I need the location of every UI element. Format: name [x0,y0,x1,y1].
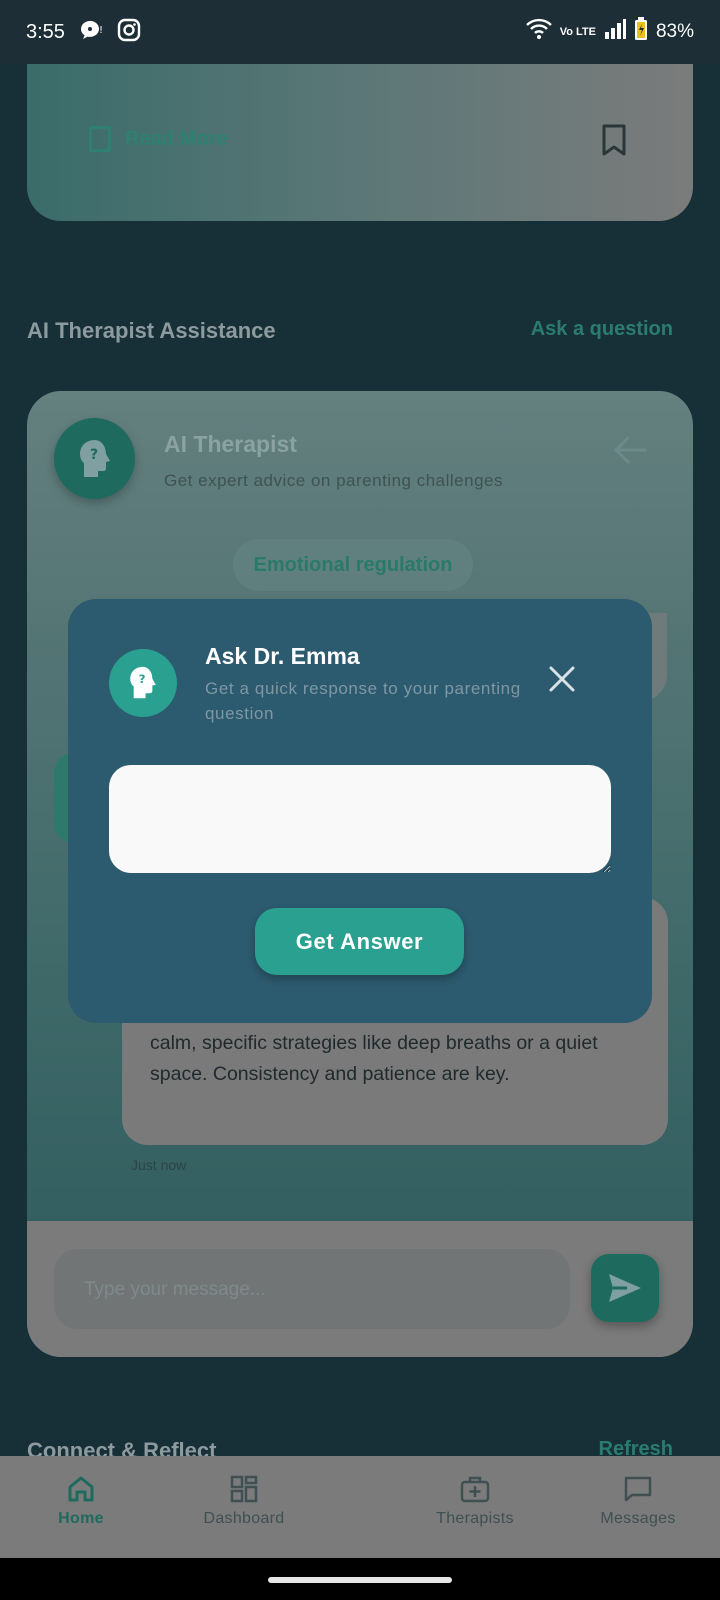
message-icon [624,1476,652,1502]
topic-chip[interactable]: Emotional regulation [233,539,473,591]
nav-dashboard[interactable]: Dashboard [174,1456,314,1558]
bottom-navigation: Home Dashboard Therapists Messages [0,1456,720,1558]
book-icon [89,126,111,152]
svg-text:?: ? [89,447,97,463]
question-input[interactable] [109,765,611,873]
dialog-subtitle: Get a quick response to your parenting q… [205,679,521,723]
chat-input-bar: Type your message... [27,1221,693,1357]
volte-badge: Vo LTE [559,26,596,38]
article-card[interactable]: Read More [27,40,693,221]
svg-text:?: ? [139,672,146,686]
ai-section-title: AI Therapist Assistance [27,318,276,343]
dialog-title: Ask Dr. Emma [205,643,360,669]
ai-card-title: AI Therapist [164,431,297,457]
home-icon [68,1476,94,1502]
medical-bag-icon [460,1476,490,1503]
home-indicator[interactable] [268,1577,452,1583]
ask-question-link[interactable]: Ask a question [531,318,673,341]
wifi-icon [525,18,552,46]
system-navigation-bar [0,1558,720,1600]
chat-message-input[interactable]: Type your message... [54,1249,570,1329]
signal-icon [604,18,626,46]
battery-percent: 83% [655,21,694,42]
send-icon [609,1274,641,1302]
read-more-link[interactable]: Read More [89,126,227,152]
message-timestamp: Just now [131,1157,187,1173]
battery-icon [634,17,648,47]
dashboard-icon [230,1475,258,1503]
nav-home-label: Home [58,1510,104,1527]
head-question-icon: ? [109,649,177,717]
clock: 3:55 [26,20,65,43]
nav-dashboard-label: Dashboard [203,1510,285,1527]
read-more-label: Read More [125,127,228,150]
ask-dialog: ? Ask Dr. Emma Get a quick response to y… [68,599,652,1023]
back-arrow-icon[interactable] [613,435,647,470]
bookmark-icon[interactable] [601,124,627,161]
instagram-icon [117,18,141,47]
send-button[interactable] [591,1254,659,1322]
close-icon[interactable] [546,663,578,695]
status-bar: 3:55 ! Vo LTE 83% [0,0,720,64]
nav-therapists[interactable]: Therapists [405,1456,545,1558]
nav-messages-label: Messages [600,1510,676,1527]
nav-therapists-label: Therapists [436,1510,514,1527]
ai-card-subtitle: Get expert advice on parenting challenge… [164,471,503,490]
get-answer-button[interactable]: Get Answer [255,908,464,975]
nav-home[interactable]: Home [11,1456,151,1558]
nav-messages[interactable]: Messages [568,1456,708,1558]
svg-text:!: ! [99,25,103,36]
chat-bubble-icon: ! [79,19,103,46]
head-question-icon: ? [54,418,135,499]
